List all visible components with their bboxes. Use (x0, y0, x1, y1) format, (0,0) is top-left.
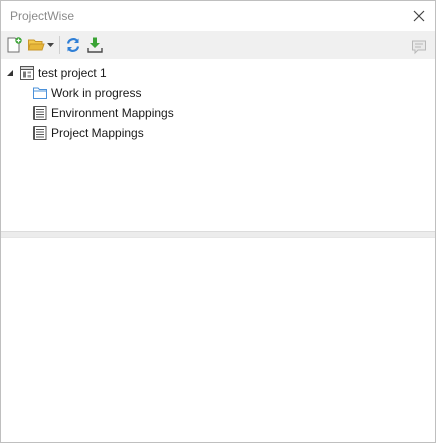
tree-node-label: Project Mappings (51, 126, 144, 140)
tree-node-root[interactable]: test project 1 (1, 63, 435, 83)
toolbar-separator (59, 36, 60, 54)
comment-icon (412, 40, 426, 55)
download-button[interactable] (86, 34, 104, 56)
window-title: ProjectWise (10, 9, 75, 23)
folder-icon (32, 85, 48, 101)
chevron-down-icon (47, 43, 54, 47)
new-document-icon (7, 37, 22, 53)
project-tree: test project 1 Work in progress Environm… (1, 59, 435, 231)
refresh-button[interactable] (64, 34, 82, 56)
mapping-list-icon (32, 125, 48, 141)
refresh-icon (66, 38, 80, 52)
toolbar (1, 31, 435, 59)
tree-node-project-mappings[interactable]: Project Mappings (1, 123, 435, 143)
projectwise-panel: ProjectWise test project 1 Work in progr… (0, 0, 436, 443)
open-folder-icon (27, 39, 45, 51)
tree-node-label: test project 1 (38, 66, 107, 80)
expanded-triangle-icon (7, 70, 13, 76)
title-bar: ProjectWise (1, 1, 435, 31)
tree-node-label: Work in progress (51, 86, 142, 100)
open-folder-dropdown[interactable] (46, 34, 55, 56)
new-document-button[interactable] (5, 34, 23, 56)
tree-node-label: Environment Mappings (51, 106, 174, 120)
close-button[interactable] (411, 8, 427, 24)
open-folder-button[interactable] (27, 34, 45, 56)
download-icon (87, 37, 103, 53)
tree-node-work-in-progress[interactable]: Work in progress (1, 83, 435, 103)
comments-button[interactable] (411, 36, 427, 58)
pane-splitter[interactable] (1, 231, 435, 238)
project-icon (19, 65, 35, 81)
mapping-list-icon (32, 105, 48, 121)
tree-node-environment-mappings[interactable]: Environment Mappings (1, 103, 435, 123)
expand-toggle[interactable] (4, 67, 16, 79)
close-icon (413, 10, 425, 22)
details-pane (1, 238, 435, 438)
